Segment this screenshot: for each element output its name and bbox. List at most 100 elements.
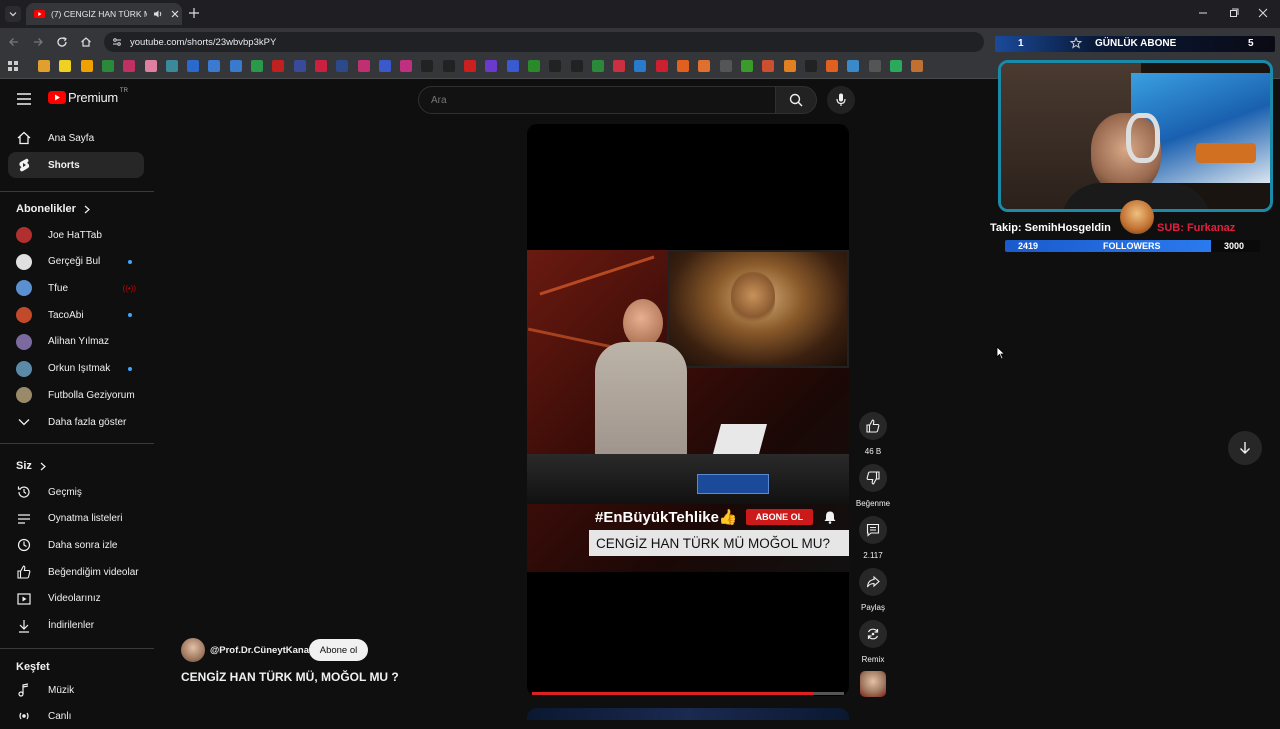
subscribe-button[interactable]: Abone ol	[309, 639, 368, 661]
sidebar-item-shorts[interactable]: Shorts	[8, 152, 144, 178]
apps-icon[interactable]	[8, 61, 18, 71]
bookmark-icon[interactable]	[400, 60, 413, 72]
bookmark-icon[interactable]	[464, 60, 476, 72]
next-short-button[interactable]	[1228, 431, 1262, 465]
sidebar-item-subscription[interactable]: Joe HaTTab	[8, 222, 144, 248]
bookmark-icon[interactable]	[677, 60, 689, 72]
site-info-icon[interactable]	[112, 37, 122, 47]
arrow-down-icon	[1239, 441, 1251, 455]
logo-region: TR	[119, 87, 128, 94]
sidebar-item-subscription[interactable]: Orkun Işıtmak	[8, 356, 144, 382]
bookmark-icon[interactable]	[911, 60, 924, 72]
bookmark-icon[interactable]	[378, 60, 391, 72]
bookmark-icon[interactable]	[314, 60, 327, 72]
bookmark-icon[interactable]	[570, 60, 583, 72]
restore-button[interactable]	[1229, 8, 1239, 18]
sidebar-item-history[interactable]: Geçmiş	[8, 479, 144, 505]
sidebar-item-video[interactable]: Videolarınız	[8, 586, 144, 612]
dislike-button[interactable]	[859, 464, 887, 492]
sidebar-item-subscription[interactable]: TacoAbi	[8, 302, 144, 328]
video-progress-track[interactable]	[532, 692, 844, 695]
forward-button[interactable]	[32, 36, 44, 48]
minimize-button[interactable]	[1198, 8, 1208, 18]
video-icon	[16, 591, 32, 607]
subscriptions-header[interactable]: Abonelikler	[16, 203, 90, 215]
bookmark-icon[interactable]	[421, 60, 434, 72]
sidebar-item-thumbs-up[interactable]: Beğendiğim videolar	[8, 559, 144, 585]
bookmark-icon[interactable]	[101, 60, 114, 72]
bookmark-icon[interactable]	[527, 60, 540, 72]
browser-tab[interactable]: (7) CENGİZ HAN TÜRK MÜ,	[26, 3, 182, 25]
share-button[interactable]	[859, 568, 887, 596]
channel-avatar	[16, 280, 32, 297]
menu-button[interactable]	[17, 93, 31, 105]
bookmark-icon[interactable]	[165, 60, 178, 72]
like-button[interactable]	[859, 412, 887, 440]
bookmark-icon[interactable]	[655, 60, 668, 72]
new-tab-button[interactable]	[188, 7, 200, 19]
you-header[interactable]: Siz	[16, 460, 46, 472]
shorts-player[interactable]: #EnBüyükTehlike👍 ABONE OL CENGİZ HAN TÜR…	[527, 124, 849, 696]
close-window-button[interactable]	[1258, 8, 1268, 18]
bookmark-icon[interactable]	[336, 60, 349, 72]
youtube-logo[interactable]: Premium TR	[48, 87, 128, 105]
tab-search-button[interactable]	[5, 6, 21, 22]
voice-search-button[interactable]	[827, 86, 855, 114]
bookmark-icon[interactable]	[783, 60, 796, 72]
bookmark-icon[interactable]	[272, 60, 285, 72]
bookmark-icon[interactable]	[38, 60, 50, 72]
remix-button[interactable]	[859, 620, 887, 648]
bookmark-icon[interactable]	[698, 60, 711, 72]
address-bar[interactable]: youtube.com/shorts/23wbvbp3kPY	[104, 32, 984, 52]
bookmark-icon[interactable]	[506, 60, 519, 72]
bookmark-icon[interactable]	[208, 60, 221, 72]
bookmark-icon[interactable]	[762, 60, 775, 72]
bookmark-icon[interactable]	[826, 60, 839, 72]
bookmark-icon[interactable]	[251, 60, 263, 72]
bookmark-icon[interactable]	[59, 60, 72, 72]
bookmark-icon[interactable]	[144, 60, 157, 72]
bookmark-icon[interactable]	[847, 60, 860, 72]
comments-button[interactable]	[859, 516, 887, 544]
bookmark-icon[interactable]	[549, 60, 562, 72]
bookmark-icon[interactable]	[485, 60, 498, 72]
bookmark-icon[interactable]	[613, 60, 626, 72]
bookmark-icon[interactable]	[890, 60, 902, 72]
headphones	[1126, 113, 1160, 163]
search-input[interactable]	[429, 93, 753, 107]
sidebar-item-subscription[interactable]: Tfue ((•))	[8, 275, 144, 301]
search-button[interactable]	[775, 86, 817, 114]
sidebar-item-subscription[interactable]: Alihan Yılmaz	[8, 329, 144, 355]
sound-thumbnail[interactable]	[860, 671, 886, 697]
sidebar-item-subscription[interactable]: Futbolla Geziyorum	[8, 382, 144, 408]
sidebar-item-download[interactable]: İndirilenler	[8, 613, 144, 639]
search-box[interactable]	[418, 86, 776, 114]
bookmark-icon[interactable]	[804, 60, 817, 72]
bookmark-icon[interactable]	[719, 60, 732, 72]
sidebar-item-subscription[interactable]: Gerçeği Bul	[8, 249, 144, 275]
bookmark-icon[interactable]	[740, 60, 753, 72]
channel-name[interactable]: @Prof.Dr.CüneytKanat	[210, 645, 312, 656]
bookmark-icon[interactable]	[442, 60, 455, 72]
audio-playing-icon[interactable]	[153, 9, 163, 19]
sidebar-item-clock[interactable]: Daha sonra izle	[8, 532, 144, 558]
sidebar-item-music[interactable]: Müzik	[8, 677, 144, 703]
bookmark-icon[interactable]	[591, 60, 604, 72]
bookmark-icon[interactable]	[293, 60, 306, 72]
reload-button[interactable]	[56, 36, 68, 48]
sidebar-item-home[interactable]: Ana Sayfa	[8, 125, 144, 151]
home-button[interactable]	[80, 36, 92, 48]
show-more-button[interactable]: Daha fazla göster	[8, 409, 144, 435]
channel-avatar[interactable]	[181, 638, 205, 662]
tab-close-icon[interactable]	[171, 10, 179, 18]
bookmark-icon[interactable]	[868, 60, 881, 72]
sidebar-item-live[interactable]: Canlı	[8, 703, 144, 729]
bookmark-icon[interactable]	[80, 60, 93, 72]
bookmark-icon[interactable]	[634, 60, 647, 72]
bookmark-icon[interactable]	[229, 60, 242, 72]
bookmark-icon[interactable]	[357, 60, 370, 72]
sidebar-item-playlist[interactable]: Oynatma listeleri	[8, 506, 144, 532]
back-button[interactable]	[8, 36, 20, 48]
bookmark-icon[interactable]	[187, 60, 200, 72]
bookmark-icon[interactable]	[123, 60, 136, 72]
